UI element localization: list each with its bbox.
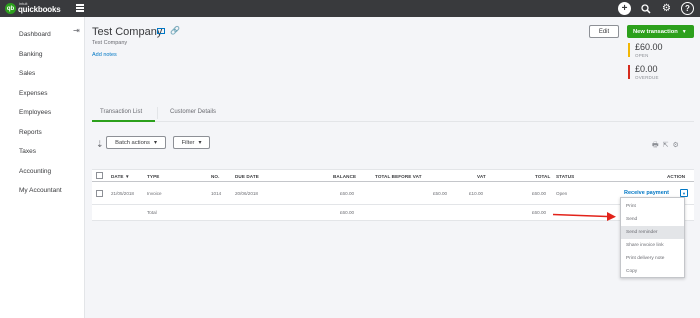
header-balance[interactable]: BALANCE <box>333 174 356 179</box>
sidebar-item-expenses[interactable]: Expenses <box>19 90 48 97</box>
tab-customer-details[interactable]: Customer Details <box>170 109 216 115</box>
sort-icon[interactable]: ⇣ <box>96 139 104 150</box>
plus-icon[interactable]: + <box>618 2 631 15</box>
sidebar-item-sales[interactable]: Sales <box>19 70 35 77</box>
menu-item-send-reminder[interactable]: Send reminder <box>621 226 684 239</box>
link-icon[interactable]: 🔗 <box>170 26 180 35</box>
receive-payment-link[interactable]: Receive payment <box>624 190 669 196</box>
active-tab-indicator <box>92 120 155 122</box>
brand-name: quickbooks <box>18 5 61 14</box>
total-balance: £60.00 <box>340 210 355 215</box>
row-checkbox[interactable] <box>96 190 103 197</box>
tab-transaction-list[interactable]: Transaction List <box>100 109 142 115</box>
chevron-down-icon: ▾ <box>153 139 157 146</box>
main-content: Test Company 🔗 Test Company Add notes Ed… <box>86 17 700 318</box>
filter-button[interactable]: Filter ▾ <box>173 136 210 149</box>
header-no[interactable]: NO. <box>211 174 219 179</box>
menu-item-share-invoice-link[interactable]: Share invoice link <box>621 239 684 252</box>
chevron-down-icon: ▾ <box>198 139 202 146</box>
top-bar: qb intuit quickbooks + ⚙ ? <box>0 0 700 17</box>
header-date[interactable]: DATE ▼ <box>111 174 130 179</box>
help-icon[interactable]: ? <box>681 2 694 15</box>
cell-no: 1014 <box>211 191 222 196</box>
batch-actions-button[interactable]: Batch actions ▾ <box>106 136 166 149</box>
sidebar: ⇥ Dashboard Banking Sales Expenses Emplo… <box>0 17 85 318</box>
cell-balance: £60.00 <box>340 191 355 196</box>
batch-actions-label: Batch actions <box>115 139 150 146</box>
print-icon[interactable]: 🖶 <box>652 141 659 152</box>
sidebar-item-accounting[interactable]: Accounting <box>19 168 51 175</box>
sidebar-item-dashboard[interactable]: Dashboard <box>19 31 51 38</box>
menu-item-print-delivery-note[interactable]: Print delivery note <box>621 252 684 265</box>
table-row[interactable]: 21/05/2018 Invoice 1014 20/06/2018 £60.0… <box>92 182 694 205</box>
export-icon[interactable]: ⇱ <box>663 141 669 152</box>
overdue-indicator <box>628 65 630 79</box>
sidebar-item-banking[interactable]: Banking <box>19 51 43 58</box>
cell-type: Invoice <box>147 191 162 196</box>
settings-icon[interactable]: ⚙ <box>672 141 678 152</box>
search-icon[interactable] <box>639 2 652 15</box>
qb-logo-icon: qb <box>5 3 16 14</box>
sidebar-item-taxes[interactable]: Taxes <box>19 148 36 155</box>
table-header: DATE ▼ TYPE NO. DUE DATE BALANCE TOTAL B… <box>92 169 694 182</box>
chevron-down-icon: ▼ <box>681 28 687 35</box>
cell-vat: £10.00 <box>469 191 484 196</box>
header-total[interactable]: TOTAL <box>535 174 550 179</box>
add-notes-link[interactable]: Add notes <box>92 52 117 58</box>
cell-total-before-vat: £50.00 <box>433 191 448 196</box>
select-all-checkbox[interactable] <box>96 172 103 179</box>
open-indicator <box>628 43 630 57</box>
menu-item-copy[interactable]: Copy <box>621 265 684 278</box>
filter-label: Filter <box>181 139 195 146</box>
open-amount: £60.00 <box>635 42 663 52</box>
sidebar-item-reports[interactable]: Reports <box>19 129 42 136</box>
gear-icon[interactable]: ⚙ <box>660 2 673 15</box>
menu-item-send[interactable]: Send <box>621 213 684 226</box>
mail-icon[interactable] <box>157 28 165 34</box>
cell-total: £60.00 <box>532 191 547 196</box>
header-type[interactable]: TYPE <box>147 174 159 179</box>
overdue-label: OVERDUE <box>635 75 659 80</box>
new-transaction-label: New transaction <box>633 28 678 35</box>
cell-due-date: 20/06/2018 <box>235 191 258 196</box>
customer-subtitle: Test Company <box>92 40 128 46</box>
header-status[interactable]: STATUS <box>556 174 574 179</box>
header-total-before-vat[interactable]: TOTAL BEFORE VAT <box>375 174 422 179</box>
red-arrow-icon <box>552 212 616 221</box>
menu-item-print[interactable]: Print <box>621 200 684 213</box>
header-due-date[interactable]: DUE DATE <box>235 174 259 179</box>
collapse-sidebar-icon[interactable]: ⇥ <box>73 26 80 35</box>
cell-date: 21/05/2018 <box>111 191 134 196</box>
header-vat[interactable]: VAT <box>477 174 486 179</box>
overdue-amount: £0.00 <box>635 64 658 74</box>
edit-button[interactable]: Edit <box>589 25 619 38</box>
sidebar-item-employees[interactable]: Employees <box>19 109 51 116</box>
action-dropdown-menu: Print Send Send reminder Share invoice l… <box>620 197 685 278</box>
total-label: Total <box>147 210 157 215</box>
action-dropdown-toggle[interactable]: ▼ <box>680 189 688 197</box>
tab-divider <box>157 107 158 119</box>
sidebar-item-my-accountant[interactable]: My Accountant <box>19 187 62 194</box>
header-action: ACTION <box>667 174 686 179</box>
cell-status: Open <box>556 191 568 196</box>
menu-icon[interactable] <box>76 4 84 12</box>
total-total: £60.00 <box>532 210 547 215</box>
customer-name: Test Company <box>92 26 163 38</box>
tabs-divider <box>92 121 694 122</box>
new-transaction-button[interactable]: New transaction ▼ <box>627 25 694 38</box>
open-label: OPEN <box>635 53 649 58</box>
quickbooks-logo[interactable]: qb intuit quickbooks <box>5 1 61 15</box>
